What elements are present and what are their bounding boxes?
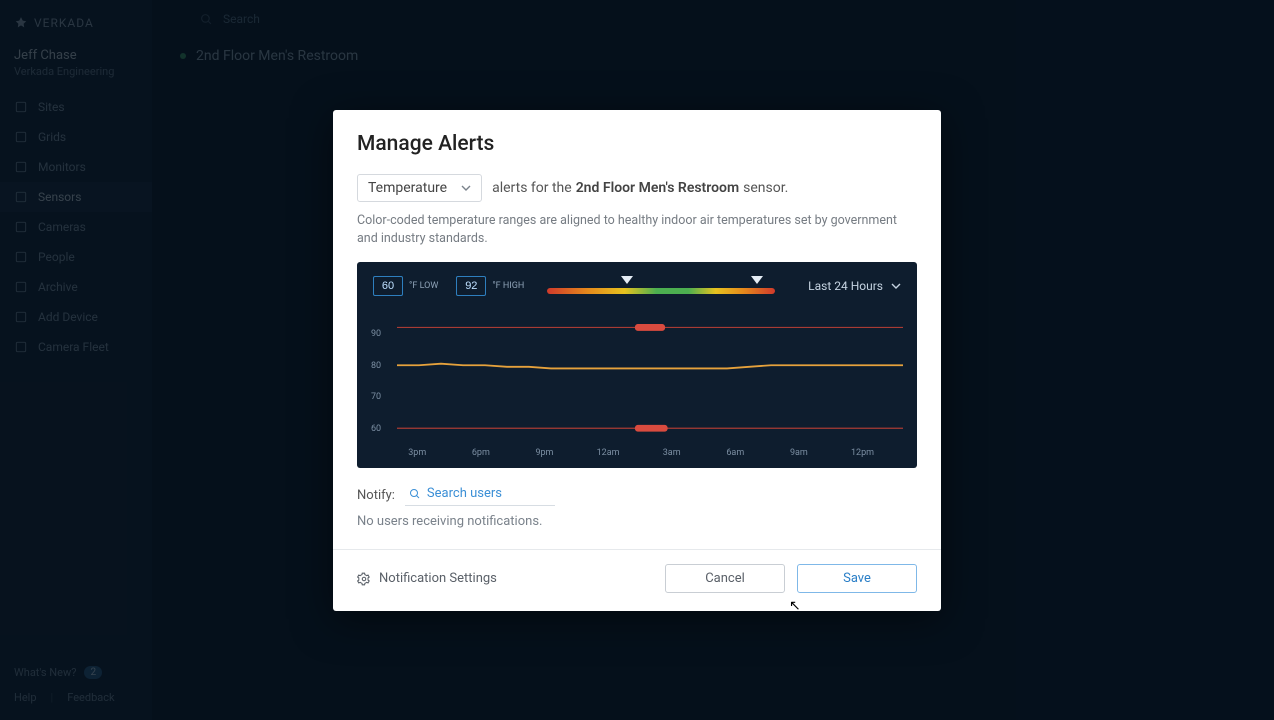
y-tick-label: 80 <box>371 361 381 371</box>
chevron-down-icon <box>461 183 471 193</box>
time-range-value: Last 24 Hours <box>808 279 883 293</box>
cancel-button[interactable]: Cancel <box>665 564 785 593</box>
manage-alerts-modal: Manage Alerts Temperature alerts for the… <box>333 110 941 611</box>
x-tick-label: 9pm <box>535 448 553 458</box>
y-tick-label: 70 <box>371 392 381 402</box>
notification-settings-link[interactable]: Notification Settings <box>357 571 497 586</box>
save-button[interactable]: Save <box>797 564 917 593</box>
sentence-room: 2nd Floor Men's Restroom <box>576 180 739 196</box>
high-threshold-unit: °F HIGH <box>492 281 524 291</box>
low-threshold-input[interactable] <box>373 276 403 296</box>
modal-title: Manage Alerts <box>357 132 917 156</box>
chart-plot: 60708090 <box>397 318 903 444</box>
y-tick-label: 90 <box>371 329 381 339</box>
time-range-select[interactable]: Last 24 Hours <box>808 279 901 293</box>
sentence-mid: alerts for the <box>492 180 572 196</box>
notification-settings-label: Notification Settings <box>379 571 497 586</box>
x-tick-label: 3pm <box>408 448 426 458</box>
search-users-input[interactable]: Search users <box>405 484 555 506</box>
sentence-end: sensor. <box>743 180 788 196</box>
gear-icon <box>357 572 371 586</box>
metric-select[interactable]: Temperature <box>357 174 482 202</box>
notify-empty-text: No users receiving notifications. <box>333 510 941 549</box>
x-tick-label: 12pm <box>851 448 874 458</box>
y-tick-label: 60 <box>371 424 381 434</box>
modal-description: Color-coded temperature ranges are align… <box>357 212 917 248</box>
temperature-gradient-bar <box>547 288 775 294</box>
chevron-down-icon <box>891 281 901 291</box>
search-icon <box>409 488 421 500</box>
x-tick-label: 6pm <box>472 448 490 458</box>
chart-card: °F LOW °F HIGH Last 24 Hours 60708090 3p… <box>357 262 917 468</box>
high-threshold-marker[interactable] <box>751 276 763 284</box>
x-tick-label: 6am <box>726 448 744 458</box>
low-threshold-unit: °F LOW <box>409 281 438 291</box>
metric-select-value: Temperature <box>368 180 447 196</box>
x-tick-label: 9am <box>790 448 808 458</box>
search-users-placeholder: Search users <box>427 486 502 501</box>
x-tick-label: 3am <box>663 448 681 458</box>
high-threshold-input[interactable] <box>456 276 486 296</box>
x-tick-label: 12am <box>597 448 620 458</box>
notify-label: Notify: <box>357 488 395 503</box>
low-threshold-marker[interactable] <box>621 276 633 284</box>
x-axis-labels: 3pm 6pm 9pm 12am 3am 6am 9am 12pm <box>397 448 903 462</box>
